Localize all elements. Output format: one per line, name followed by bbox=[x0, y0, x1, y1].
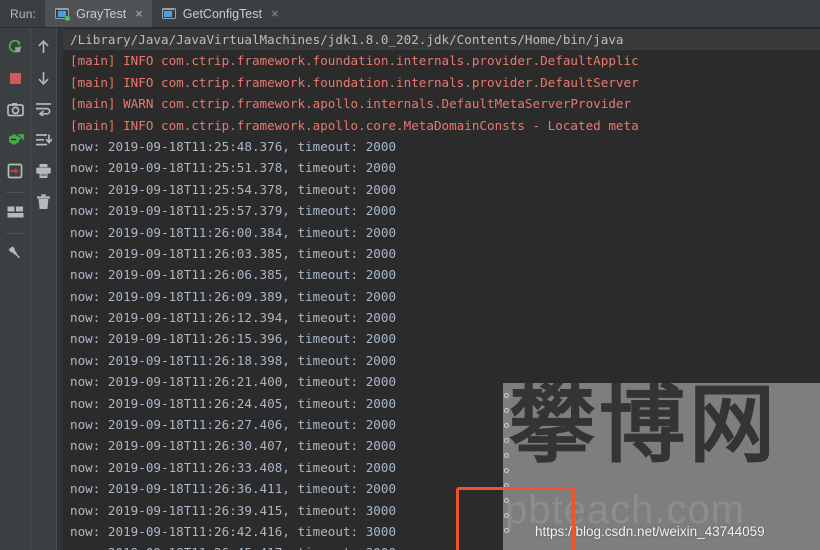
pin-icon bbox=[8, 246, 20, 259]
clear-all-button[interactable] bbox=[31, 189, 57, 215]
console-line: now: 2019-09-18T11:26:00.384, timeout: 2… bbox=[70, 224, 397, 240]
stack-up-button[interactable] bbox=[31, 34, 57, 60]
tab-label: GetConfigTest bbox=[182, 6, 262, 21]
console-line: now: 2019-09-18T11:26:39.415, timeout: 3… bbox=[70, 502, 397, 518]
thread-dump-button[interactable] bbox=[2, 127, 28, 153]
arrow-down-icon bbox=[38, 72, 49, 85]
console-output[interactable]: /Library/Java/JavaVirtualMachines/jdk1.8… bbox=[63, 28, 820, 550]
console-line: now: 2019-09-18T11:26:27.406, timeout: 2… bbox=[70, 417, 397, 433]
dump-threads-button[interactable] bbox=[2, 96, 28, 122]
scroll-to-end-icon bbox=[36, 134, 52, 146]
console-line: now: 2019-09-18T11:25:51.378, timeout: 2… bbox=[70, 160, 397, 176]
arrow-up-icon bbox=[38, 40, 49, 53]
pin-button[interactable] bbox=[2, 240, 28, 266]
console-line: now: 2019-09-18T11:26:15.396, timeout: 2… bbox=[70, 331, 397, 347]
console-line: now: 2019-09-18T11:26:06.385, timeout: 2… bbox=[70, 267, 397, 283]
scroll-to-end-button[interactable] bbox=[31, 127, 57, 153]
camera-icon bbox=[6, 102, 24, 116]
console-line: now: 2019-09-18T11:26:09.389, timeout: 2… bbox=[70, 288, 397, 304]
console-controls-toolbar bbox=[30, 28, 56, 550]
console-line: now: 2019-09-18T11:26:33.408, timeout: 2… bbox=[70, 459, 397, 475]
console-line: now: 2019-09-18T11:26:03.385, timeout: 2… bbox=[70, 245, 397, 261]
thread-dump-icon bbox=[8, 134, 24, 145]
console-line: now: 2019-09-18T11:26:36.411, timeout: 2… bbox=[70, 481, 397, 497]
layout-icon bbox=[7, 206, 23, 218]
watermark-url: https://blog.csdn.net/weixin_43744059 bbox=[535, 524, 765, 539]
watermark-dot-strip bbox=[503, 383, 512, 550]
tab-gray-test[interactable]: GrayTest × bbox=[45, 0, 152, 27]
console-line: /Library/Java/JavaVirtualMachines/jdk1.8… bbox=[63, 29, 820, 51]
run-configuration-icon bbox=[55, 7, 71, 21]
stack-down-button[interactable] bbox=[31, 65, 57, 91]
trash-icon bbox=[37, 194, 50, 209]
layout-button[interactable] bbox=[2, 199, 28, 225]
console-line: [main] INFO com.ctrip.framework.foundati… bbox=[70, 53, 639, 69]
run-label: Run: bbox=[10, 6, 37, 21]
console-line: now: 2019-09-18T11:26:45.417, timeout: 3… bbox=[63, 542, 820, 550]
print-icon bbox=[36, 164, 51, 178]
console-line: now: 2019-09-18T11:25:48.376, timeout: 2… bbox=[70, 138, 397, 154]
console-line: now: 2019-09-18T11:25:54.378, timeout: 2… bbox=[70, 181, 397, 197]
export-icon bbox=[7, 163, 23, 179]
console-line: now: 2019-09-18T11:26:18.398, timeout: 2… bbox=[70, 352, 397, 368]
soft-wrap-icon bbox=[36, 103, 51, 116]
soft-wrap-button[interactable] bbox=[31, 96, 57, 122]
close-icon[interactable]: × bbox=[133, 7, 143, 20]
rerun-icon bbox=[8, 39, 22, 53]
run-configuration-icon bbox=[161, 7, 176, 20]
print-button[interactable] bbox=[31, 158, 57, 184]
console-line: [main] INFO com.ctrip.framework.apollo.c… bbox=[70, 117, 639, 133]
console-line: [main] WARN com.ctrip.framework.apollo.i… bbox=[70, 96, 632, 112]
console-line: [main] INFO com.ctrip.framework.foundati… bbox=[70, 74, 639, 90]
run-tool-window: Run: GrayTest × GetConfigTest × /Library… bbox=[0, 0, 820, 550]
stop-button[interactable] bbox=[2, 65, 28, 91]
export-button[interactable] bbox=[2, 158, 28, 184]
console-line: now: 2019-09-18T11:26:21.400, timeout: 2… bbox=[70, 374, 397, 390]
console-line: now: 2019-09-18T11:25:57.379, timeout: 2… bbox=[70, 203, 397, 219]
console-line: now: 2019-09-18T11:26:30.407, timeout: 2… bbox=[70, 438, 397, 454]
toolbar-separator bbox=[6, 192, 24, 193]
rerun-button[interactable] bbox=[2, 34, 28, 60]
run-tab-bar: Run: GrayTest × GetConfigTest × bbox=[0, 0, 820, 28]
tab-label: GrayTest bbox=[76, 6, 127, 21]
stop-icon bbox=[9, 72, 21, 84]
toolbar-separator bbox=[6, 233, 24, 234]
console-gutter bbox=[56, 28, 63, 550]
console-line: now: 2019-09-18T11:26:24.405, timeout: 2… bbox=[70, 395, 397, 411]
tab-get-config-test[interactable]: GetConfigTest × bbox=[152, 0, 288, 27]
console-line: now: 2019-09-18T11:26:12.394, timeout: 2… bbox=[70, 310, 397, 326]
run-controls-toolbar bbox=[0, 28, 30, 550]
close-icon[interactable]: × bbox=[269, 7, 279, 20]
